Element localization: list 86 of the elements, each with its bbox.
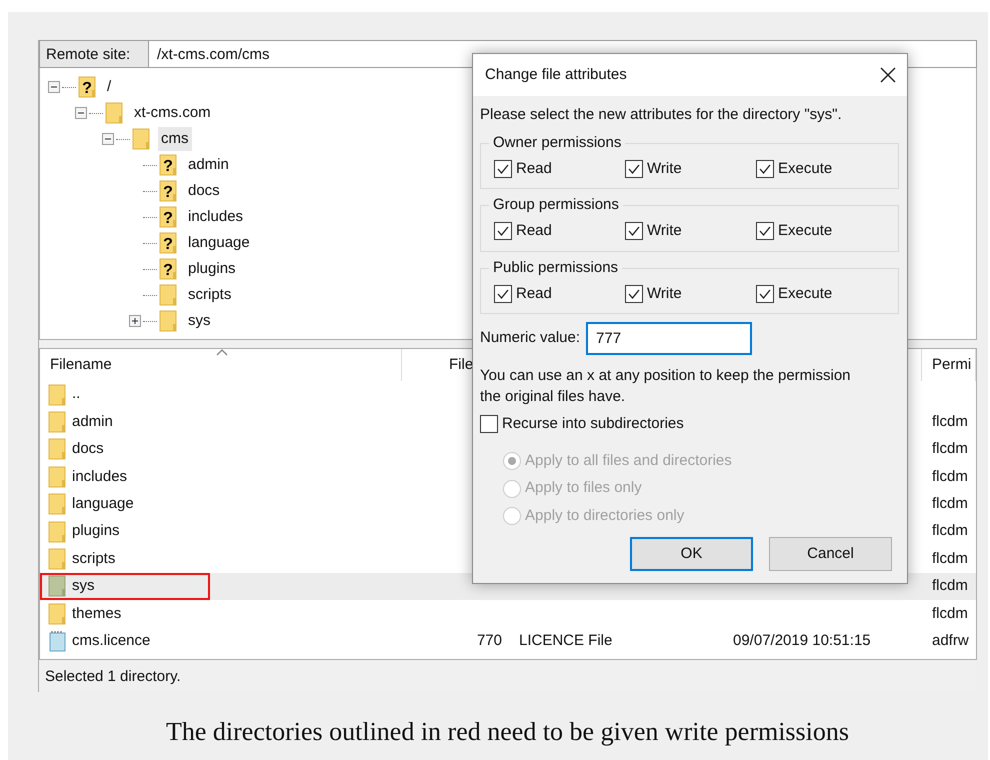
unknown-folder-icon: ? xyxy=(159,180,177,202)
dialog-title: Change file attributes xyxy=(485,64,627,85)
permission-checkbox[interactable]: Read xyxy=(494,158,625,180)
file-name[interactable]: plugins xyxy=(72,520,120,543)
file-name[interactable]: themes xyxy=(72,602,122,626)
folder-icon xyxy=(48,466,66,488)
modified-date: 09/07/2019 10:51:15 xyxy=(733,632,871,649)
file-icon xyxy=(48,630,66,652)
unknown-folder-icon: ? xyxy=(159,154,177,176)
numeric-value-label: Numeric value: xyxy=(480,328,580,348)
tree-item[interactable]: includes xyxy=(185,204,246,230)
permission-checkbox[interactable]: Write xyxy=(625,158,756,180)
recurse-checkbox[interactable]: Recurse into subdirectories xyxy=(480,413,684,436)
file-name[interactable]: .. xyxy=(72,383,80,406)
folder-icon xyxy=(48,520,66,543)
column-header[interactable]: Permi xyxy=(932,354,972,376)
group-title: Group permissions xyxy=(489,195,623,215)
checkmark-icon xyxy=(627,224,641,238)
apply-option: Apply to directories only xyxy=(503,504,899,528)
permissions-text: flcdm xyxy=(932,550,968,567)
permissions-text: adfrw xyxy=(932,632,969,649)
dialog-button[interactable]: OK xyxy=(630,537,753,572)
folder-icon xyxy=(48,438,66,460)
permissions-text: flcdm xyxy=(932,604,968,622)
permissions-text: flcdm xyxy=(932,522,968,540)
expander-minus-icon[interactable] xyxy=(75,107,87,119)
permissions-text: flcdm xyxy=(932,468,968,485)
remote-site-label: Remote site: xyxy=(39,40,149,68)
numeric-value-field[interactable]: 777 xyxy=(586,322,752,355)
permission-checkbox[interactable]: Read xyxy=(494,220,625,242)
file-type: LICENCE File xyxy=(519,632,612,649)
dialog-button[interactable]: Cancel xyxy=(769,537,892,572)
permission-checkbox[interactable]: Read xyxy=(494,282,625,305)
apply-option: Apply to files only xyxy=(503,477,899,500)
file-name[interactable]: admin xyxy=(72,410,113,434)
permission-checkbox[interactable]: Execute xyxy=(756,158,886,180)
tree-item[interactable]: sys xyxy=(185,308,214,334)
file-name[interactable]: cms.licence xyxy=(72,630,150,652)
folder-icon xyxy=(105,102,123,124)
folder-icon xyxy=(48,493,66,516)
permission-checkbox[interactable]: Write xyxy=(625,282,756,305)
permission-checkbox[interactable]: Write xyxy=(625,220,756,242)
folder-icon xyxy=(159,284,177,306)
apply-option: Apply to all files and directories xyxy=(503,450,899,472)
unknown-folder-icon: ? xyxy=(159,232,177,254)
tree-item[interactable]: docs xyxy=(185,178,223,204)
unknown-folder-icon: ? xyxy=(159,258,177,280)
tree-item[interactable]: / xyxy=(104,74,114,100)
checkmark-icon xyxy=(758,224,772,238)
expander-plus-icon[interactable] xyxy=(129,315,141,327)
file-size: 770 xyxy=(476,632,502,649)
permission-checkbox[interactable]: Execute xyxy=(756,220,886,242)
permissions-text: flcdm xyxy=(932,412,968,430)
folder-icon xyxy=(48,384,66,406)
tree-item[interactable]: xt-cms.com xyxy=(131,100,214,126)
permission-checkbox[interactable]: Execute xyxy=(756,282,886,305)
tree-item[interactable]: scripts xyxy=(185,282,234,308)
column-header[interactable]: File xyxy=(449,354,474,376)
permissions-text: flcdm xyxy=(932,440,968,458)
column-header[interactable]: Filename xyxy=(50,354,112,376)
file-name[interactable]: includes xyxy=(72,466,128,488)
file-name[interactable]: scripts xyxy=(72,548,116,570)
permissions-text: flcdm xyxy=(932,495,968,512)
hint-text: You can use an x at any position to keep the permission the original files have. xyxy=(480,366,852,407)
file-name[interactable]: docs xyxy=(72,438,104,461)
expander-minus-icon[interactable] xyxy=(102,133,114,145)
file-name[interactable]: sys xyxy=(72,575,94,598)
close-icon[interactable] xyxy=(879,66,897,84)
figure-caption: The directories outlined in red need to be given write permissions xyxy=(164,716,850,748)
tree-item[interactable]: language xyxy=(185,230,253,256)
folder-icon xyxy=(48,411,66,434)
checkmark-icon xyxy=(496,224,510,238)
tree-item[interactable]: plugins xyxy=(185,256,239,282)
folder-icon xyxy=(48,575,66,598)
expander-minus-icon[interactable] xyxy=(48,81,60,93)
folder-icon xyxy=(48,602,66,625)
folder-icon xyxy=(48,548,66,570)
unknown-folder-icon: ? xyxy=(78,76,96,98)
dialog-message: Please select the new attributes for the directory "sys". xyxy=(480,105,843,125)
permissions-text: flcdm xyxy=(932,577,968,594)
folder-icon xyxy=(159,310,177,332)
folder-icon xyxy=(132,128,150,150)
tree-item[interactable]: admin xyxy=(185,152,232,178)
file-name[interactable]: language xyxy=(72,493,134,516)
unknown-folder-icon: ? xyxy=(159,206,177,228)
tree-item[interactable]: cms xyxy=(158,126,192,152)
